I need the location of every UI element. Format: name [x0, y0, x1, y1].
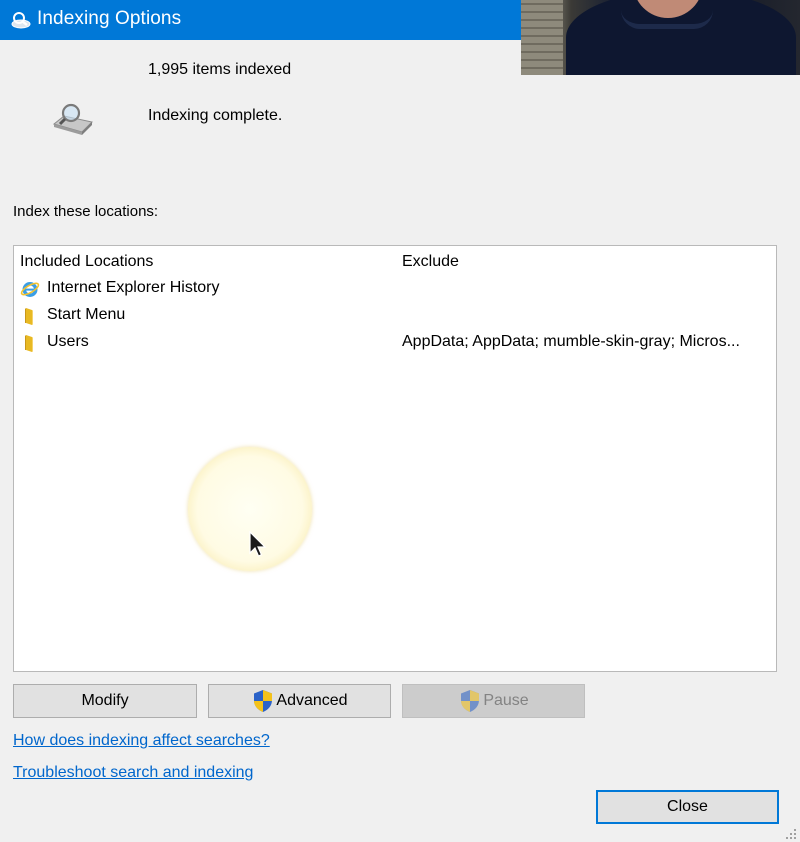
- locations-section-label: Index these locations:: [13, 203, 159, 220]
- modify-button[interactable]: Modify: [13, 684, 197, 718]
- uac-shield-icon: [254, 690, 273, 712]
- list-item[interactable]: Internet Explorer History: [14, 277, 776, 303]
- indexing-help-link[interactable]: How does indexing affect searches?: [13, 732, 270, 750]
- magnifier-drive-icon: [52, 103, 94, 135]
- modify-button-label: Modify: [81, 692, 129, 709]
- folder-icon: [25, 335, 33, 352]
- close-button-label: Close: [667, 798, 708, 815]
- mouse-pointer-icon: [249, 531, 267, 557]
- items-indexed-count: 1,995 items indexed: [148, 61, 292, 78]
- column-header-exclude[interactable]: Exclude: [402, 253, 459, 271]
- advanced-button-label: Advanced: [276, 692, 348, 709]
- location-name: Start Menu: [47, 306, 126, 323]
- included-locations-list[interactable]: Included Locations Exclude Internet Expl…: [13, 245, 777, 672]
- close-button[interactable]: Close: [596, 790, 779, 824]
- column-header-included-locations[interactable]: Included Locations: [20, 253, 153, 271]
- pause-button[interactable]: Pause: [402, 684, 585, 718]
- indexing-status: Indexing complete.: [148, 107, 283, 124]
- list-item[interactable]: Users AppData; AppData; mumble-skin-gray…: [14, 331, 776, 357]
- folder-icon: [25, 308, 33, 325]
- location-name: Internet Explorer History: [47, 279, 220, 296]
- resize-grip-icon[interactable]: [783, 826, 797, 840]
- location-name: Users: [47, 333, 89, 350]
- internet-explorer-icon: [20, 282, 40, 297]
- advanced-button[interactable]: Advanced: [208, 684, 391, 718]
- list-item[interactable]: Start Menu: [14, 304, 776, 330]
- window-title: Indexing Options: [37, 8, 182, 29]
- webcam-overlay: [521, 0, 800, 75]
- pause-button-label: Pause: [483, 692, 529, 709]
- uac-shield-icon: [461, 690, 480, 712]
- location-exclude: AppData; AppData; mumble-skin-gray; Micr…: [402, 333, 740, 350]
- troubleshoot-link[interactable]: Troubleshoot search and indexing: [13, 764, 253, 782]
- indexing-options-icon: [11, 12, 31, 29]
